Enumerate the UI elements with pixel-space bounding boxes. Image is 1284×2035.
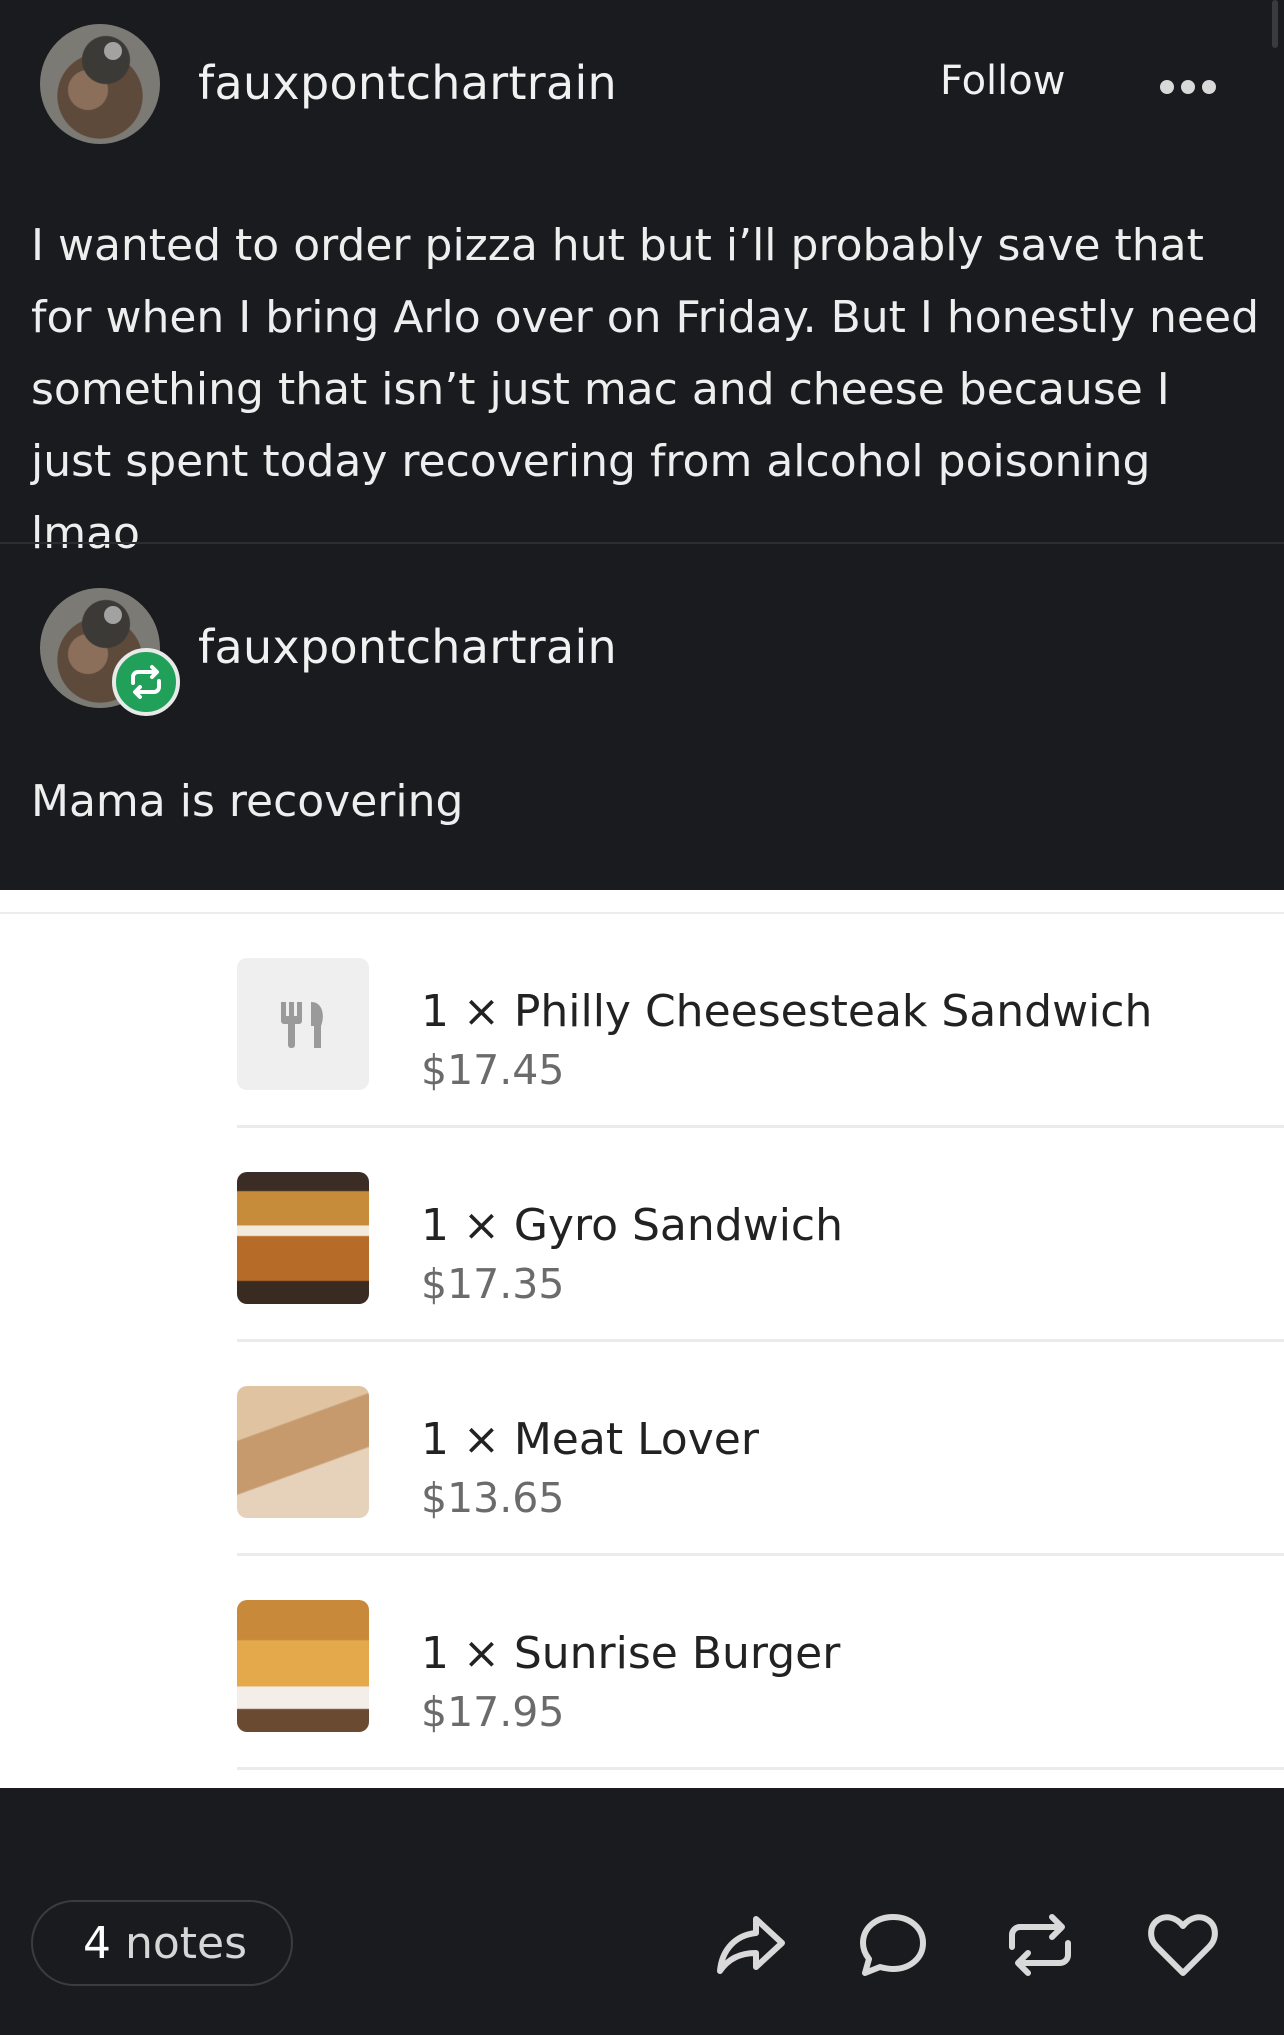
item-name: 1 × Gyro Sandwich: [421, 1200, 843, 1251]
more-options-icon[interactable]: [1158, 64, 1218, 104]
post-header: fauxpontchartrain Follow: [0, 0, 1284, 170]
item-price: $17.35: [421, 1260, 565, 1308]
notes-count: 4: [83, 1918, 111, 1969]
heart-icon[interactable]: [1143, 1905, 1223, 1985]
item-price: $13.65: [421, 1474, 565, 1522]
item-name: 1 × Meat Lover: [421, 1414, 759, 1465]
food-photo: [237, 1172, 369, 1304]
notes-button[interactable]: 4 notes: [31, 1900, 293, 1986]
reblog-icon[interactable]: [1000, 1905, 1080, 1985]
avatar[interactable]: [40, 24, 160, 144]
item-name: 1 × Sunrise Burger: [421, 1628, 841, 1679]
order-item: 1 × Sunrise Burger $17.95: [237, 1556, 1284, 1770]
share-icon[interactable]: [710, 1905, 790, 1985]
post-author[interactable]: fauxpontchartrain: [198, 56, 617, 110]
reblog-badge-icon: [131, 665, 161, 699]
notes-label: notes: [125, 1918, 248, 1969]
item-name: 1 × Philly Cheesesteak Sandwich: [421, 986, 1153, 1037]
divider: [0, 542, 1284, 544]
order-item: 1 × Gyro Sandwich $17.35: [237, 1128, 1284, 1342]
order-item: 1 × Meat Lover $13.65: [237, 1342, 1284, 1556]
follow-button[interactable]: Follow: [940, 58, 1065, 104]
reblog-badge: [112, 648, 180, 716]
item-price: $17.45: [421, 1046, 565, 1094]
order-screenshot: 1 × Philly Cheesesteak Sandwich $17.45 1…: [0, 890, 1284, 1788]
comment-icon[interactable]: [853, 1905, 933, 1985]
order-item: 1 × Philly Cheesesteak Sandwich $17.45: [237, 914, 1284, 1128]
utensils-placeholder-icon: [237, 958, 369, 1090]
food-photo: [237, 1386, 369, 1518]
reblog-body: Mama is recovering: [31, 776, 464, 827]
food-photo: [237, 1600, 369, 1732]
divider: [237, 1767, 1284, 1770]
post-body: I wanted to order pizza hut but i’ll pro…: [31, 220, 1260, 559]
item-price: $17.95: [421, 1688, 565, 1736]
reblog-author[interactable]: fauxpontchartrain: [198, 620, 617, 674]
